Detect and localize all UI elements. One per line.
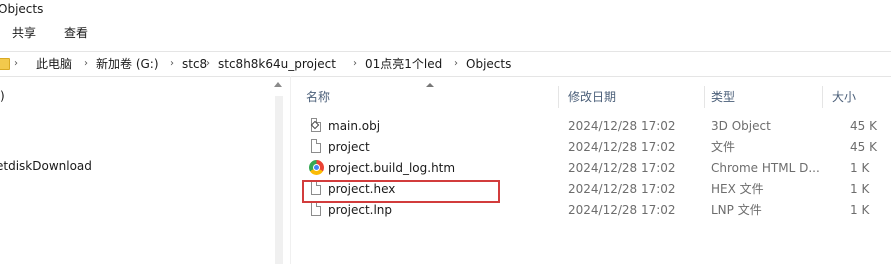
tab-share[interactable]: 共享	[12, 25, 36, 41]
file-type: Chrome HTML D...	[711, 161, 820, 175]
ribbon-tabs: 共享 查看	[0, 22, 891, 44]
file-row[interactable]: project.lnp 2024/12/28 17:02 LNP 文件 1 K	[291, 200, 891, 220]
file-type: 3D Object	[711, 119, 771, 133]
file-type: HEX 文件	[711, 182, 764, 196]
tab-view[interactable]: 查看	[64, 25, 88, 41]
address-bar[interactable]: › 此电脑 › 新加卷 (G:) › stc8 › stc8h8k64u_pro…	[0, 51, 891, 77]
breadcrumb-separator[interactable]: ›	[84, 52, 88, 76]
breadcrumb-separator[interactable]: ›	[353, 52, 357, 76]
file-row[interactable]: project.build_log.htm 2024/12/28 17:02 C…	[291, 158, 891, 178]
breadcrumb-objects[interactable]: Objects	[466, 52, 511, 76]
file-name[interactable]: project.lnp	[328, 200, 392, 220]
breadcrumb-drive-g[interactable]: 新加卷 (G:)	[96, 52, 159, 76]
file-icon	[310, 202, 322, 217]
navigation-pane: :) etdiskDownload	[0, 76, 290, 264]
file-size: 45 K	[850, 119, 877, 133]
file-name[interactable]: main.obj	[328, 116, 380, 136]
breadcrumb-led-folder[interactable]: 01点亮1个led	[365, 52, 442, 76]
file-size: 1 K	[850, 203, 870, 217]
window-title: Objects	[0, 2, 44, 16]
breadcrumb-separator[interactable]: ›	[14, 52, 18, 76]
sort-ascending-icon	[426, 83, 434, 87]
file-size: 1 K	[850, 182, 870, 196]
file-date: 2024/12/28 17:02	[568, 182, 676, 196]
highlight-box	[302, 180, 500, 203]
file-date: 2024/12/28 17:02	[568, 140, 676, 154]
title-bar: Objects	[0, 0, 891, 18]
column-header-date[interactable]: 修改日期	[568, 88, 616, 106]
column-divider[interactable]	[558, 86, 559, 108]
column-header-name[interactable]: 名称	[306, 88, 330, 106]
file-size: 45 K	[850, 140, 877, 154]
file-explorer-window: Objects 共享 查看 › 此电脑 › 新加卷 (G:) › stc8 › …	[0, 0, 891, 264]
obj-file-icon	[310, 118, 322, 133]
file-icon	[310, 139, 322, 154]
column-header-type[interactable]: 类型	[711, 88, 735, 106]
nav-item-netdisk-download[interactable]: etdiskDownload	[0, 159, 92, 173]
file-name[interactable]: project.build_log.htm	[328, 158, 455, 178]
folder-icon	[0, 58, 10, 70]
file-list: 名称 修改日期 类型 大小 main.obj 2024/12/28 17:02 …	[291, 76, 891, 264]
nav-scrollbar[interactable]	[272, 78, 286, 264]
file-row[interactable]: project 2024/12/28 17:02 文件 45 K	[291, 137, 891, 157]
file-date: 2024/12/28 17:02	[568, 161, 676, 175]
file-date: 2024/12/28 17:02	[568, 119, 676, 133]
scroll-up-icon[interactable]	[274, 82, 282, 87]
chrome-icon	[309, 160, 324, 175]
breadcrumb-stc8[interactable]: stc8	[182, 52, 207, 76]
breadcrumb-separator[interactable]: ›	[170, 52, 174, 76]
file-date: 2024/12/28 17:02	[568, 203, 676, 217]
file-size: 1 K	[850, 161, 870, 175]
column-divider[interactable]	[822, 86, 823, 108]
file-type: 文件	[711, 140, 736, 154]
file-type: LNP 文件	[711, 203, 762, 217]
breadcrumb-this-pc[interactable]: 此电脑	[36, 52, 72, 76]
breadcrumb-separator[interactable]: ›	[206, 52, 210, 76]
breadcrumb-project[interactable]: stc8h8k64u_project	[218, 52, 336, 76]
scroll-thumb[interactable]	[275, 96, 283, 264]
column-divider[interactable]	[704, 86, 705, 108]
nav-item-drive[interactable]: :)	[0, 89, 5, 103]
column-header-size[interactable]: 大小	[832, 88, 856, 106]
file-row[interactable]: main.obj 2024/12/28 17:02 3D Object 45 K	[291, 116, 891, 136]
file-name[interactable]: project	[328, 137, 370, 157]
breadcrumb-separator[interactable]: ›	[454, 52, 458, 76]
